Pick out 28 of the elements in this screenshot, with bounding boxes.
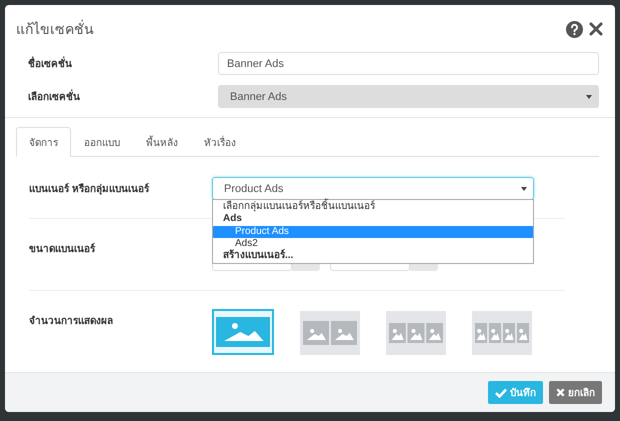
check-icon (495, 388, 507, 398)
field-label: ชื่อเซคชั่น (28, 56, 218, 71)
create-banner-option[interactable]: สร้างแบนเนอร์... (213, 250, 533, 262)
field-label: ขนาดแบนเนอร์ (29, 242, 96, 256)
layout-option[interactable] (212, 309, 274, 355)
caret-icon (586, 94, 592, 98)
option-group-label: Ads (222, 213, 243, 226)
tab[interactable]: ออกแบบ (71, 127, 133, 157)
dropdown-option[interactable]: เลือกกลุ่มแบนเนอร์หรือชิ้นแบนเนอร์ (213, 201, 533, 214)
field-label: แบนเนอร์ หรือกลุ่มแบนเนอร์ (29, 182, 150, 196)
field-label: จำนวนการแสดงผล (29, 314, 114, 328)
cancel-button[interactable]: ยกเลิก (549, 381, 602, 404)
dropdown-option[interactable]: Ads2 (213, 238, 533, 250)
dialog-title: แก้ไขเซคชั่น (16, 18, 94, 39)
close-icon (556, 388, 565, 397)
image-icon (302, 318, 358, 348)
layout-option[interactable] (300, 311, 360, 355)
tab[interactable]: จัดการ (16, 127, 71, 157)
help-icon[interactable] (566, 20, 583, 38)
layout-option[interactable] (472, 311, 532, 355)
field-label: เลือกเซคชั่น (28, 89, 218, 104)
layout-option[interactable] (386, 311, 446, 355)
close-icon[interactable] (589, 22, 603, 36)
section-name-field[interactable]: Banner Ads (218, 52, 599, 75)
tab[interactable]: หัวเรื่อง (191, 127, 249, 157)
image-icon (215, 317, 271, 347)
caret-icon (521, 186, 527, 190)
tab[interactable]: พื้นหลัง (133, 127, 191, 157)
